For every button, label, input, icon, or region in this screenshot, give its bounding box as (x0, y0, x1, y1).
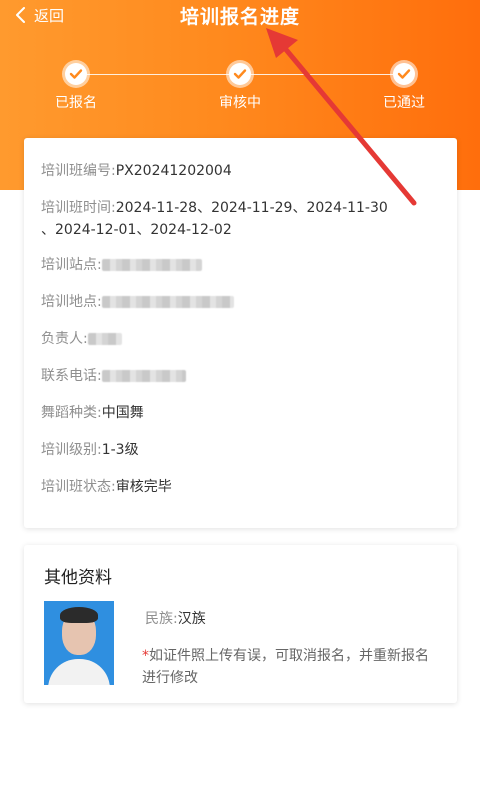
level-row: 培训级别:1-3级 (41, 439, 443, 461)
class-code-label: 培训班编号: (41, 163, 116, 179)
class-time-label: 培训班时间: (41, 200, 116, 216)
required-star: * (142, 648, 149, 664)
step-dot (62, 60, 90, 88)
step-label: 已通过 (383, 95, 425, 111)
class-time-row: 培训班时间:2024-11-28、2024-11-29、2024-11-30 、… (41, 197, 443, 241)
phone-value-redacted (101, 370, 186, 382)
ethnicity-row: 民族:汉族 (145, 608, 206, 628)
place-value-redacted (101, 296, 234, 308)
ethnicity-value: 汉族 (177, 611, 206, 627)
step-reviewing: 审核中 (180, 60, 300, 112)
step-dot (390, 60, 418, 88)
photo-note: *如证件照上传有误，可取消报名，并重新报名进行修改 (142, 645, 435, 689)
id-photo[interactable] (44, 601, 114, 685)
class-status-label: 培训班状态: (41, 479, 116, 495)
ethnicity-label: 民族: (145, 611, 178, 627)
class-code-row: 培训班编号:PX20241202004 (41, 160, 443, 182)
check-icon (397, 69, 411, 79)
place-row: 培训地点: (41, 291, 443, 313)
step-label: 审核中 (219, 95, 261, 111)
class-status-value: 审核完毕 (115, 479, 172, 495)
photo-note-text: 如证件照上传有误，可取消报名，并重新报名进行修改 (142, 648, 429, 686)
step-approved: 已通过 (344, 60, 464, 112)
site-row: 培训站点: (41, 254, 443, 276)
other-info-card: 其他资料 民族:汉族 *如证件照上传有误，可取消报名，并重新报名进行修改 (24, 545, 457, 703)
dance-type-row: 舞蹈种类:中国舞 (41, 402, 443, 424)
phone-row: 联系电话: (41, 365, 443, 387)
check-icon (233, 69, 247, 79)
class-info-card: 培训班编号:PX20241202004 培训班时间:2024-11-28、202… (24, 138, 457, 528)
class-time-value-line1: 2024-11-28、2024-11-29、2024-11-30 (115, 200, 388, 216)
dance-type-label: 舞蹈种类: (41, 405, 102, 421)
class-code-value: PX20241202004 (115, 163, 232, 179)
owner-label: 负责人: (41, 331, 88, 347)
step-label: 已报名 (55, 95, 97, 111)
dance-type-value: 中国舞 (101, 405, 144, 421)
page-title: 培训报名进度 (179, 6, 300, 28)
phone-label: 联系电话: (41, 368, 102, 384)
level-label: 培训级别: (41, 442, 102, 458)
site-label: 培训站点: (41, 257, 102, 273)
level-value: 1-3级 (101, 442, 139, 458)
check-icon (69, 69, 83, 79)
step-registered: 已报名 (16, 60, 136, 112)
owner-value-redacted (87, 333, 122, 345)
place-label: 培训地点: (41, 294, 102, 310)
step-dot (226, 60, 254, 88)
site-value-redacted (101, 259, 202, 271)
class-status-row: 培训班状态:审核完毕 (41, 476, 443, 498)
class-time-value-line2: 、2024-12-01、2024-12-02 (41, 222, 232, 238)
owner-row: 负责人: (41, 328, 443, 350)
other-info-heading: 其他资料 (44, 568, 112, 588)
